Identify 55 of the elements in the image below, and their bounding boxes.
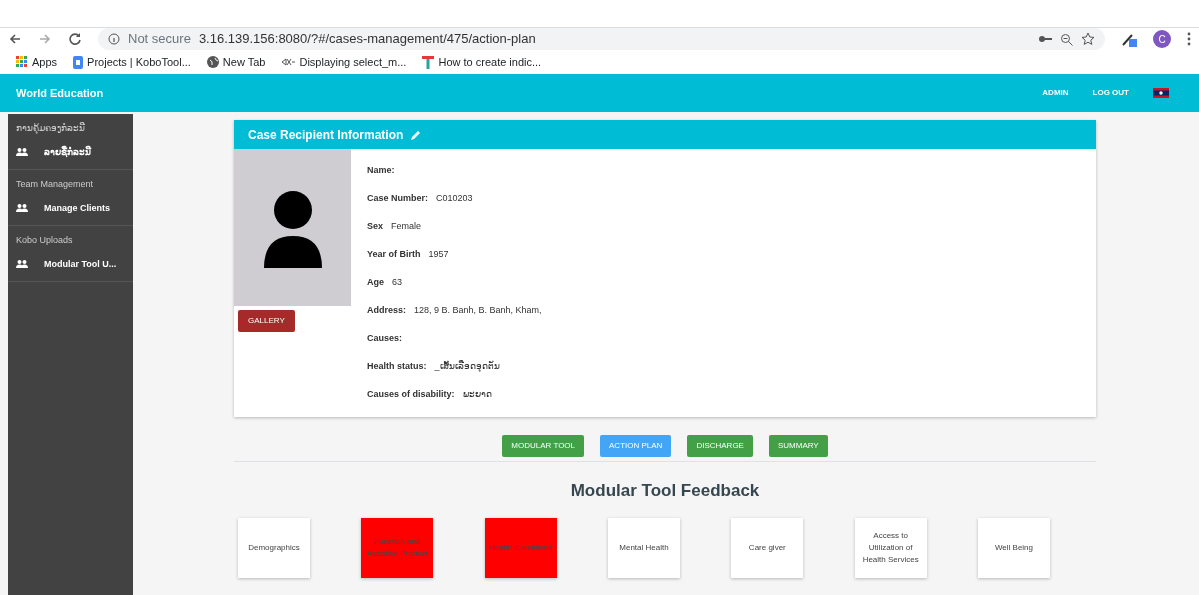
field-label: Year of Birth xyxy=(367,248,421,262)
field-value: Female xyxy=(391,220,422,234)
back-icon[interactable] xyxy=(8,32,22,46)
document-icon xyxy=(73,55,84,69)
field-value: ພະຍາດ xyxy=(462,388,492,402)
security-label: Not secure xyxy=(128,30,191,49)
feedback-tile[interactable]: Access to Utilization of Health Services xyxy=(854,517,927,578)
field-label: Case Number: xyxy=(367,192,429,206)
zoom-icon[interactable] xyxy=(1060,32,1073,46)
feedback-tile[interactable]: Mental Health xyxy=(608,517,680,578)
sidebar-item[interactable]: Manage Clients xyxy=(8,195,133,226)
address-bar[interactable]: Not secure 3.16.139.156:8080/?#/cases-management/475/action-plan xyxy=(98,28,1105,50)
card-title: Case Recipient Information xyxy=(248,126,404,144)
letter-icon xyxy=(422,55,435,69)
field-value: _ເສັ້ນເລືອດອຸດຕັນ xyxy=(434,360,500,374)
profile-avatar[interactable]: C xyxy=(1153,30,1171,48)
feedback-tile[interactable]: Care giver xyxy=(731,517,804,578)
sidebar-item[interactable]: ລາຍຊື່ກໍລະນີ xyxy=(8,139,133,170)
people-icon xyxy=(16,260,28,269)
bookmark-link[interactable]: New Tab xyxy=(206,53,266,71)
field-value: C010203 xyxy=(436,192,473,206)
field-label: Causes: xyxy=(367,332,402,346)
globe-icon xyxy=(206,56,219,68)
bookmark-link[interactable]: Projects | KoboTool... xyxy=(73,53,191,71)
apps-icon xyxy=(16,56,28,68)
bookmark-link[interactable]: How to create indic... xyxy=(422,53,542,71)
section-title: Modular Tool Feedback xyxy=(569,480,761,502)
feedback-tile[interactable]: Well Being xyxy=(977,517,1050,578)
feedback-tile[interactable]: Demographics xyxy=(238,517,310,578)
info-icon xyxy=(108,33,120,45)
field-value: 1957 xyxy=(428,248,449,262)
section-heading: Kobo Uploads xyxy=(15,234,74,247)
field-label: Causes of disability: xyxy=(367,388,455,402)
field-label: Name: xyxy=(367,164,395,178)
field-label: Health status: xyxy=(367,360,427,374)
field-value: 63 xyxy=(392,276,403,290)
star-icon[interactable] xyxy=(1081,32,1095,46)
menu-icon[interactable] xyxy=(1187,32,1191,46)
people-icon xyxy=(16,148,28,157)
section-heading: Team Management xyxy=(15,178,95,191)
field-value: 128, 9 B. Banh, B. Banh, Kham, xyxy=(414,304,542,318)
bookmark-link[interactable]: Displaying select_m... xyxy=(281,53,407,71)
url-text: 3.16.139.156:8080/?#/cases-management/475/action-plan xyxy=(198,30,536,49)
field-label: Age xyxy=(367,276,384,290)
reload-icon[interactable] xyxy=(68,32,82,46)
field-label: Sex xyxy=(367,220,383,234)
key-icon[interactable] xyxy=(1038,34,1052,44)
field-label: Address: xyxy=(367,304,406,318)
bookmark-link[interactable]: Apps xyxy=(16,53,58,71)
flag-icon[interactable] xyxy=(1153,88,1169,98)
section-heading: ການຄຸ້ມຄອງກໍລະນີ xyxy=(15,121,86,136)
gallery-button[interactable]: GALLERY xyxy=(238,310,295,332)
bookmark-icon xyxy=(281,58,296,66)
sidebar-item[interactable]: Modular Tool U... xyxy=(8,251,133,282)
people-icon xyxy=(16,204,28,213)
